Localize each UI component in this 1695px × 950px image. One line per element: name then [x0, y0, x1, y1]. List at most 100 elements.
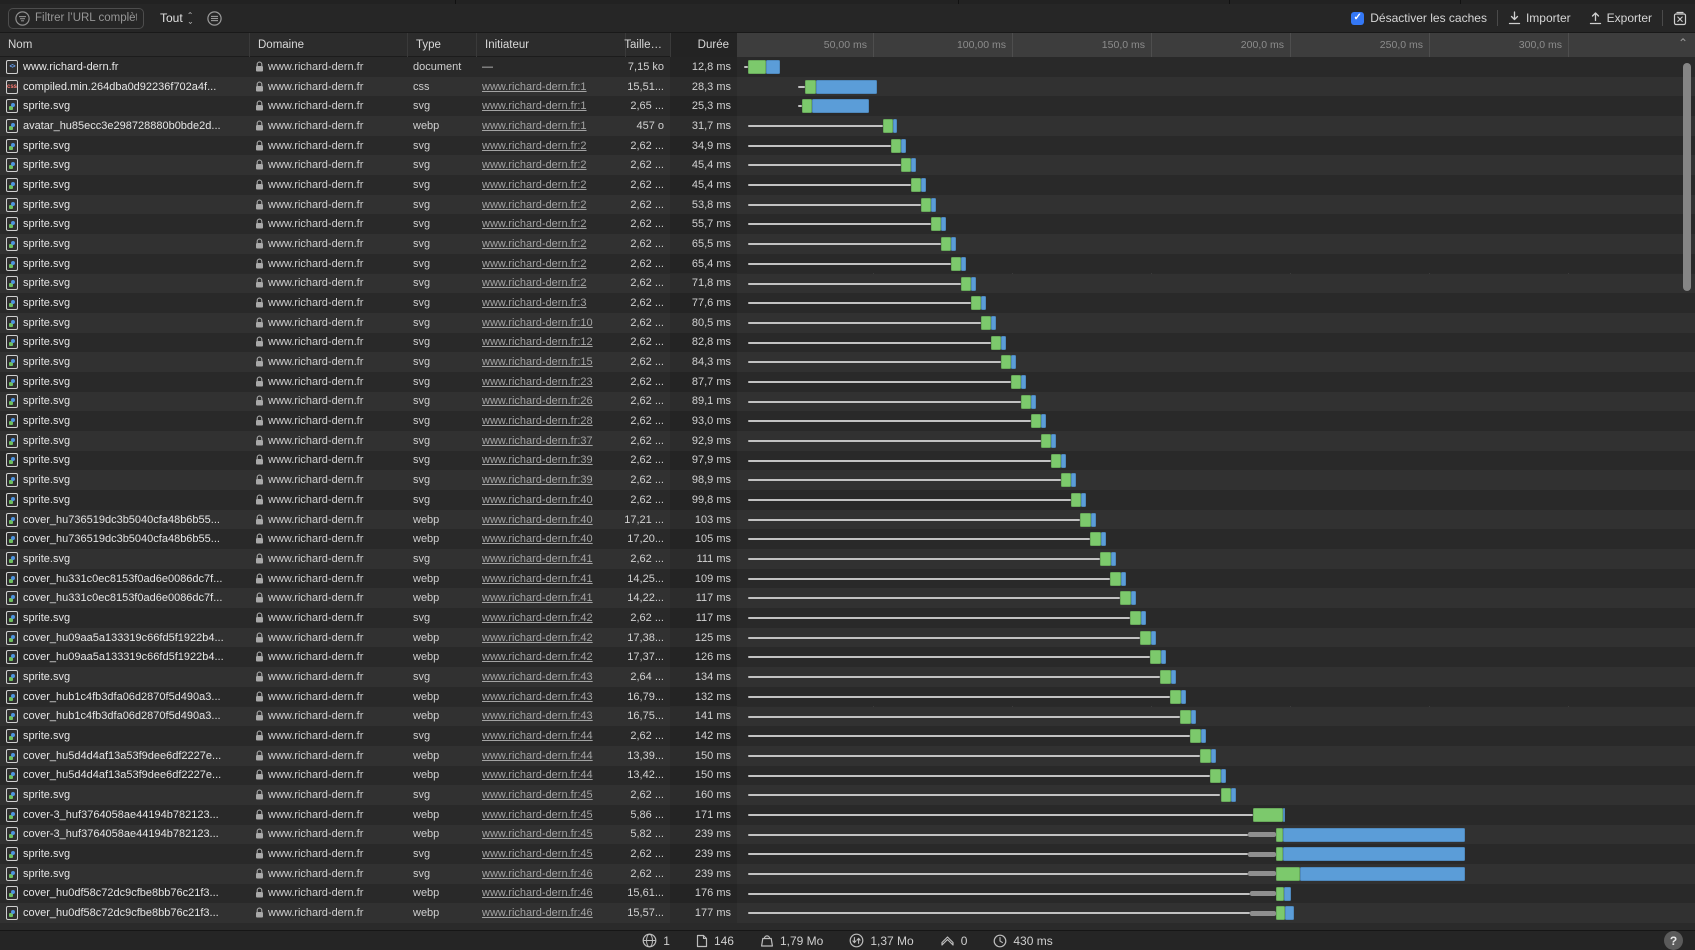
waterfall-cell[interactable]	[737, 234, 1695, 254]
request-row[interactable]: cover_hu09aa5a133319c66fd5f1922b4...www.…	[0, 628, 1695, 648]
request-row[interactable]: cover-3_huf3764058ae44194b782123...www.r…	[0, 805, 1695, 825]
initiator-link[interactable]: www.richard-dern.fr:40	[482, 494, 593, 506]
waterfall-cell[interactable]	[737, 490, 1695, 510]
waterfall-cell[interactable]	[737, 510, 1695, 530]
initiator-link[interactable]: www.richard-dern.fr:10	[482, 317, 593, 329]
request-row[interactable]: sprite.svgwww.richard-dern.frsvgwww.rich…	[0, 155, 1695, 175]
vertical-scrollbar[interactable]	[1681, 57, 1693, 922]
request-row[interactable]: sprite.svgwww.richard-dern.frsvgwww.rich…	[0, 313, 1695, 333]
request-row[interactable]: cover_hu5d4d4af13a53f9dee6df2227e...www.…	[0, 766, 1695, 786]
request-row[interactable]: sprite.svgwww.richard-dern.frsvgwww.rich…	[0, 274, 1695, 294]
waterfall-cell[interactable]	[737, 392, 1695, 412]
waterfall-cell[interactable]	[737, 155, 1695, 175]
request-row[interactable]: sprite.svgwww.richard-dern.frsvgwww.rich…	[0, 175, 1695, 195]
initiator-link[interactable]: www.richard-dern.fr:1	[482, 120, 587, 132]
waterfall-cell[interactable]	[737, 313, 1695, 333]
initiator-link[interactable]: www.richard-dern.fr:44	[482, 769, 593, 781]
request-row[interactable]: sprite.svgwww.richard-dern.frsvgwww.rich…	[0, 490, 1695, 510]
initiator-link[interactable]: www.richard-dern.fr:12	[482, 336, 593, 348]
scroll-up-arrow-icon[interactable]: ⌃	[1678, 36, 1688, 50]
waterfall-cell[interactable]	[737, 844, 1695, 864]
request-row[interactable]: sprite.svgwww.richard-dern.frsvgwww.rich…	[0, 372, 1695, 392]
column-header-domaine[interactable]: Domaine	[249, 33, 407, 57]
column-header-type[interactable]: Type	[407, 33, 476, 57]
waterfall-cell[interactable]	[737, 884, 1695, 904]
request-row[interactable]: sprite.svgwww.richard-dern.frsvgwww.rich…	[0, 785, 1695, 805]
initiator-link[interactable]: www.richard-dern.fr:28	[482, 415, 593, 427]
disable-caches-checkbox[interactable]: ✓ Désactiver les caches	[1351, 11, 1487, 25]
waterfall-cell[interactable]	[737, 293, 1695, 313]
initiator-link[interactable]: www.richard-dern.fr:37	[482, 435, 593, 447]
initiator-link[interactable]: www.richard-dern.fr:2	[482, 218, 587, 230]
initiator-link[interactable]: www.richard-dern.fr:43	[482, 691, 593, 703]
request-row[interactable]: cover_hu09aa5a133319c66fd5f1922b4...www.…	[0, 647, 1695, 667]
request-row[interactable]: cover_hu736519dc3b5040cfa48b6b55...www.r…	[0, 529, 1695, 549]
waterfall-cell[interactable]	[737, 647, 1695, 667]
request-row[interactable]: cover_hu0df58c72dc9cfbe8bb76c21f3...www.…	[0, 884, 1695, 904]
request-row[interactable]: sprite.svgwww.richard-dern.frsvgwww.rich…	[0, 844, 1695, 864]
waterfall-cell[interactable]	[737, 746, 1695, 766]
waterfall-cell[interactable]	[737, 707, 1695, 727]
initiator-link[interactable]: www.richard-dern.fr:3	[482, 297, 587, 309]
waterfall-cell[interactable]	[737, 903, 1695, 923]
column-header-taille[interactable]: Taille…	[625, 33, 670, 57]
export-button[interactable]: Exporter	[1589, 11, 1652, 25]
initiator-link[interactable]: www.richard-dern.fr:39	[482, 474, 593, 486]
waterfall-cell[interactable]	[737, 549, 1695, 569]
initiator-link[interactable]: www.richard-dern.fr:2	[482, 159, 587, 171]
request-row[interactable]: sprite.svgwww.richard-dern.frsvgwww.rich…	[0, 608, 1695, 628]
initiator-link[interactable]: www.richard-dern.fr:2	[482, 140, 587, 152]
initiator-link[interactable]: www.richard-dern.fr:45	[482, 809, 593, 821]
waterfall-cell[interactable]	[737, 214, 1695, 234]
request-row[interactable]: sprite.svgwww.richard-dern.frsvgwww.rich…	[0, 254, 1695, 274]
request-row[interactable]: sprite.svgwww.richard-dern.frsvgwww.rich…	[0, 411, 1695, 431]
waterfall-cell[interactable]	[737, 608, 1695, 628]
waterfall-cell[interactable]	[737, 470, 1695, 490]
initiator-link[interactable]: www.richard-dern.fr:45	[482, 828, 593, 840]
waterfall-cell[interactable]	[737, 116, 1695, 136]
waterfall-cell[interactable]	[737, 77, 1695, 97]
initiator-link[interactable]: www.richard-dern.fr:44	[482, 750, 593, 762]
column-header-duree[interactable]: Durée	[670, 33, 737, 57]
waterfall-cell[interactable]	[737, 411, 1695, 431]
waterfall-cell[interactable]	[737, 667, 1695, 687]
filter-url-input[interactable]: Filtrer l’URL complète	[8, 8, 144, 29]
waterfall-cell[interactable]	[737, 825, 1695, 845]
initiator-link[interactable]: www.richard-dern.fr:41	[482, 573, 593, 585]
request-row[interactable]: cover_hu0df58c72dc9cfbe8bb76c21f3...www.…	[0, 903, 1695, 923]
initiator-link[interactable]: www.richard-dern.fr:40	[482, 514, 593, 526]
request-row[interactable]: sprite.svgwww.richard-dern.frsvgwww.rich…	[0, 392, 1695, 412]
waterfall-cell[interactable]	[737, 431, 1695, 451]
waterfall-cell[interactable]	[737, 451, 1695, 471]
initiator-link[interactable]: www.richard-dern.fr:39	[482, 454, 593, 466]
column-header-nom[interactable]: Nom	[0, 33, 249, 57]
waterfall-cell[interactable]	[737, 864, 1695, 884]
initiator-link[interactable]: www.richard-dern.fr:1	[482, 100, 587, 112]
waterfall-cell[interactable]	[737, 372, 1695, 392]
filter-options-button[interactable]	[207, 11, 222, 26]
waterfall-cell[interactable]	[737, 805, 1695, 825]
waterfall-cell[interactable]	[737, 274, 1695, 294]
request-row[interactable]: cover_hu331c0ec8153f0ad6e0086dc7f...www.…	[0, 569, 1695, 589]
request-row[interactable]: sprite.svgwww.richard-dern.frsvgwww.rich…	[0, 136, 1695, 156]
request-row[interactable]: cover_hu5d4d4af13a53f9dee6df2227e...www.…	[0, 746, 1695, 766]
initiator-link[interactable]: www.richard-dern.fr:2	[482, 238, 587, 250]
waterfall-cell[interactable]	[737, 333, 1695, 353]
waterfall-cell[interactable]	[737, 175, 1695, 195]
initiator-link[interactable]: www.richard-dern.fr:43	[482, 671, 593, 683]
initiator-link[interactable]: www.richard-dern.fr:2	[482, 199, 587, 211]
initiator-link[interactable]: www.richard-dern.fr:42	[482, 651, 593, 663]
waterfall-cell[interactable]	[737, 529, 1695, 549]
waterfall-cell[interactable]	[737, 785, 1695, 805]
waterfall-cell[interactable]	[737, 57, 1695, 77]
waterfall-cell[interactable]	[737, 726, 1695, 746]
waterfall-cell[interactable]	[737, 352, 1695, 372]
request-row[interactable]: cover_hub1c4fb3dfa06d2870f5d490a3...www.…	[0, 707, 1695, 727]
waterfall-cell[interactable]	[737, 96, 1695, 116]
request-row[interactable]: sprite.svgwww.richard-dern.frsvgwww.rich…	[0, 549, 1695, 569]
request-row[interactable]: sprite.svgwww.richard-dern.frsvgwww.rich…	[0, 726, 1695, 746]
request-row[interactable]: cover_hu331c0ec8153f0ad6e0086dc7f...www.…	[0, 588, 1695, 608]
request-row[interactable]: csscompiled.min.264dba0d92236f702a4f...w…	[0, 77, 1695, 97]
request-row[interactable]: sprite.svgwww.richard-dern.frsvgwww.rich…	[0, 195, 1695, 215]
waterfall-cell[interactable]	[737, 766, 1695, 786]
